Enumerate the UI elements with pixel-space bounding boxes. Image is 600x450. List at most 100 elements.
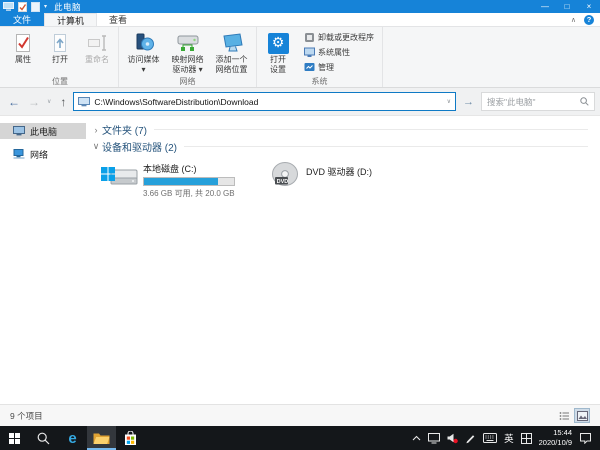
drive-d-name: DVD 驱动器 (D:)	[306, 167, 372, 177]
search-box[interactable]	[481, 92, 595, 111]
ribbon: 属性 打开 重命名 位置 访问媒体 ▾ 映射网络 驱动器 ▾ 添加一个 网络位置…	[0, 27, 600, 88]
uninstall-program-button[interactable]: 卸载或更改程序	[301, 31, 377, 44]
dvd-drive-icon: DVD	[272, 162, 298, 186]
ribbon-group-network: 访问媒体 ▾ 映射网络 驱动器 ▾ 添加一个 网络位置 网络	[119, 27, 257, 87]
thumbnail-view-icon	[576, 410, 588, 421]
thumbnail-view-button[interactable]	[574, 408, 590, 423]
manage-button[interactable]: 管理	[301, 61, 377, 74]
drive-c-item[interactable]: 本地磁盘 (C:) 3.66 GB 可用, 共 20.0 GB	[100, 161, 235, 199]
group-header-devices[interactable]: ∨ 设备和驱动器 (2)	[90, 138, 592, 155]
group-label-location: 位置	[52, 77, 68, 86]
address-location-icon	[78, 96, 91, 106]
system-properties-button[interactable]: 系统属性	[301, 46, 377, 59]
edge-icon: e	[68, 429, 77, 447]
taskbar-search-button[interactable]	[29, 426, 58, 450]
action-center-button[interactable]	[579, 432, 592, 444]
access-media-button[interactable]: 访问媒体 ▾	[122, 29, 165, 75]
search-icon	[580, 97, 589, 106]
map-network-drive-icon	[176, 32, 200, 54]
store-button[interactable]	[116, 426, 145, 450]
map-network-drive-button[interactable]: 映射网络 驱动器 ▾	[166, 29, 209, 75]
title-bar: ▾ 此电脑 — □ ×	[0, 0, 600, 13]
up-button[interactable]: ↑	[56, 95, 70, 109]
tab-computer[interactable]: 计算机	[44, 13, 98, 26]
address-dropdown-icon[interactable]: ∨	[447, 98, 451, 105]
minimize-button[interactable]: —	[534, 0, 556, 13]
close-button[interactable]: ×	[578, 0, 600, 13]
system-small-buttons: 卸载或更改程序 系统属性 管理	[297, 29, 379, 74]
add-network-location-icon	[220, 32, 244, 54]
back-button[interactable]: ←	[5, 95, 23, 109]
tab-view[interactable]: 查看	[97, 13, 139, 26]
taskbar: e 英 15:44 2020/10/9	[0, 426, 600, 450]
ribbon-tab-row: 文件 计算机 查看 ∧ ?	[0, 13, 600, 27]
rename-button: 重命名	[79, 29, 115, 75]
go-to-button[interactable]: →	[459, 96, 478, 108]
group-label-network: 网络	[179, 77, 196, 87]
volume-muted-icon[interactable]	[447, 433, 458, 444]
store-icon	[125, 430, 136, 445]
view-toggles	[556, 408, 590, 423]
group-label-system: 系统	[311, 77, 328, 87]
settings-gear-icon: ⚙	[267, 32, 289, 54]
address-bar[interactable]: ∨	[73, 92, 456, 111]
maximize-button[interactable]: □	[556, 0, 578, 13]
search-input[interactable]	[487, 96, 577, 107]
local-disk-icon	[101, 167, 138, 185]
uninstall-icon	[305, 33, 314, 42]
help-icon[interactable]: ?	[584, 14, 594, 25]
collapse-ribbon-icon[interactable]: ∧	[571, 16, 576, 24]
ribbon-right-controls: ∧ ?	[571, 13, 600, 26]
search-icon	[37, 432, 50, 444]
group-header-folders[interactable]: › 文件夹 (7)	[90, 121, 592, 138]
qat-properties-icon[interactable]	[18, 1, 27, 12]
this-pc-icon	[13, 126, 25, 136]
access-media-icon	[133, 32, 155, 54]
drive-c-detail: 3.66 GB 可用, 共 20.0 GB	[143, 189, 235, 198]
details-view-icon	[559, 411, 569, 420]
address-bar-row: ← → ∨ ↑ ∨ →	[0, 88, 600, 116]
recent-locations-dropdown[interactable]: ∨	[45, 98, 53, 105]
add-network-location-button[interactable]: 添加一个 网络位置	[210, 29, 253, 75]
open-button[interactable]: 打开	[42, 29, 78, 75]
edge-button[interactable]: e	[58, 426, 87, 450]
windows-logo-icon	[9, 432, 20, 444]
chevron-up-icon	[412, 435, 421, 441]
ime-mode-icon[interactable]	[520, 432, 532, 444]
touch-keyboard-icon[interactable]	[483, 433, 498, 443]
drives-row: 本地磁盘 (C:) 3.66 GB 可用, 共 20.0 GB DVD DVD …	[90, 155, 592, 199]
sidebar-item-this-pc[interactable]: 此电脑	[0, 123, 86, 139]
qat-new-folder-icon[interactable]	[31, 1, 40, 12]
open-settings-button[interactable]: ⚙ 打开 设置	[260, 29, 296, 75]
chevron-right-icon[interactable]: ›	[90, 125, 102, 135]
drive-usage-fill	[144, 178, 218, 185]
show-hidden-icons-button[interactable]	[412, 435, 421, 441]
system-tray: 英 15:44 2020/10/9	[412, 426, 600, 450]
tab-file[interactable]: 文件	[0, 13, 45, 26]
manage-icon	[304, 63, 315, 71]
properties-button[interactable]: 属性	[5, 29, 41, 75]
details-view-button[interactable]	[556, 408, 572, 423]
clock-time: 15:44	[553, 428, 572, 438]
chevron-down-icon[interactable]: ∨	[90, 141, 102, 152]
status-bar: 9 个项目	[0, 404, 600, 426]
start-button[interactable]	[0, 426, 29, 450]
qat-customize-caret[interactable]: ▾	[44, 4, 47, 10]
windows-ink-icon[interactable]	[465, 433, 476, 444]
forward-button: →	[28, 94, 40, 109]
taskbar-clock[interactable]: 15:44 2020/10/9	[539, 428, 572, 448]
drive-d-item[interactable]: DVD DVD 驱动器 (D:)	[269, 161, 372, 199]
action-center-icon	[580, 433, 591, 444]
ribbon-group-location: 属性 打开 重命名 位置	[2, 27, 119, 87]
window-controls: — □ ×	[534, 0, 600, 13]
file-list: › 文件夹 (7) ∨ 设备和驱动器 (2) 本地磁盘 (C:) 3.66 GB…	[86, 116, 600, 426]
system-properties-icon	[304, 47, 315, 57]
ribbon-group-system: ⚙ 打开 设置 卸载或更改程序 系统属性 管理 系统	[257, 27, 383, 87]
sidebar-item-network[interactable]: 网络	[0, 146, 86, 162]
address-input[interactable]	[94, 96, 443, 107]
drive-c-name: 本地磁盘 (C:)	[143, 164, 197, 174]
ime-language-indicator[interactable]: 英	[504, 431, 514, 445]
clock-date: 2020/10/9	[538, 438, 572, 447]
file-explorer-button[interactable]	[87, 426, 116, 450]
network-status-icon[interactable]	[428, 432, 441, 444]
